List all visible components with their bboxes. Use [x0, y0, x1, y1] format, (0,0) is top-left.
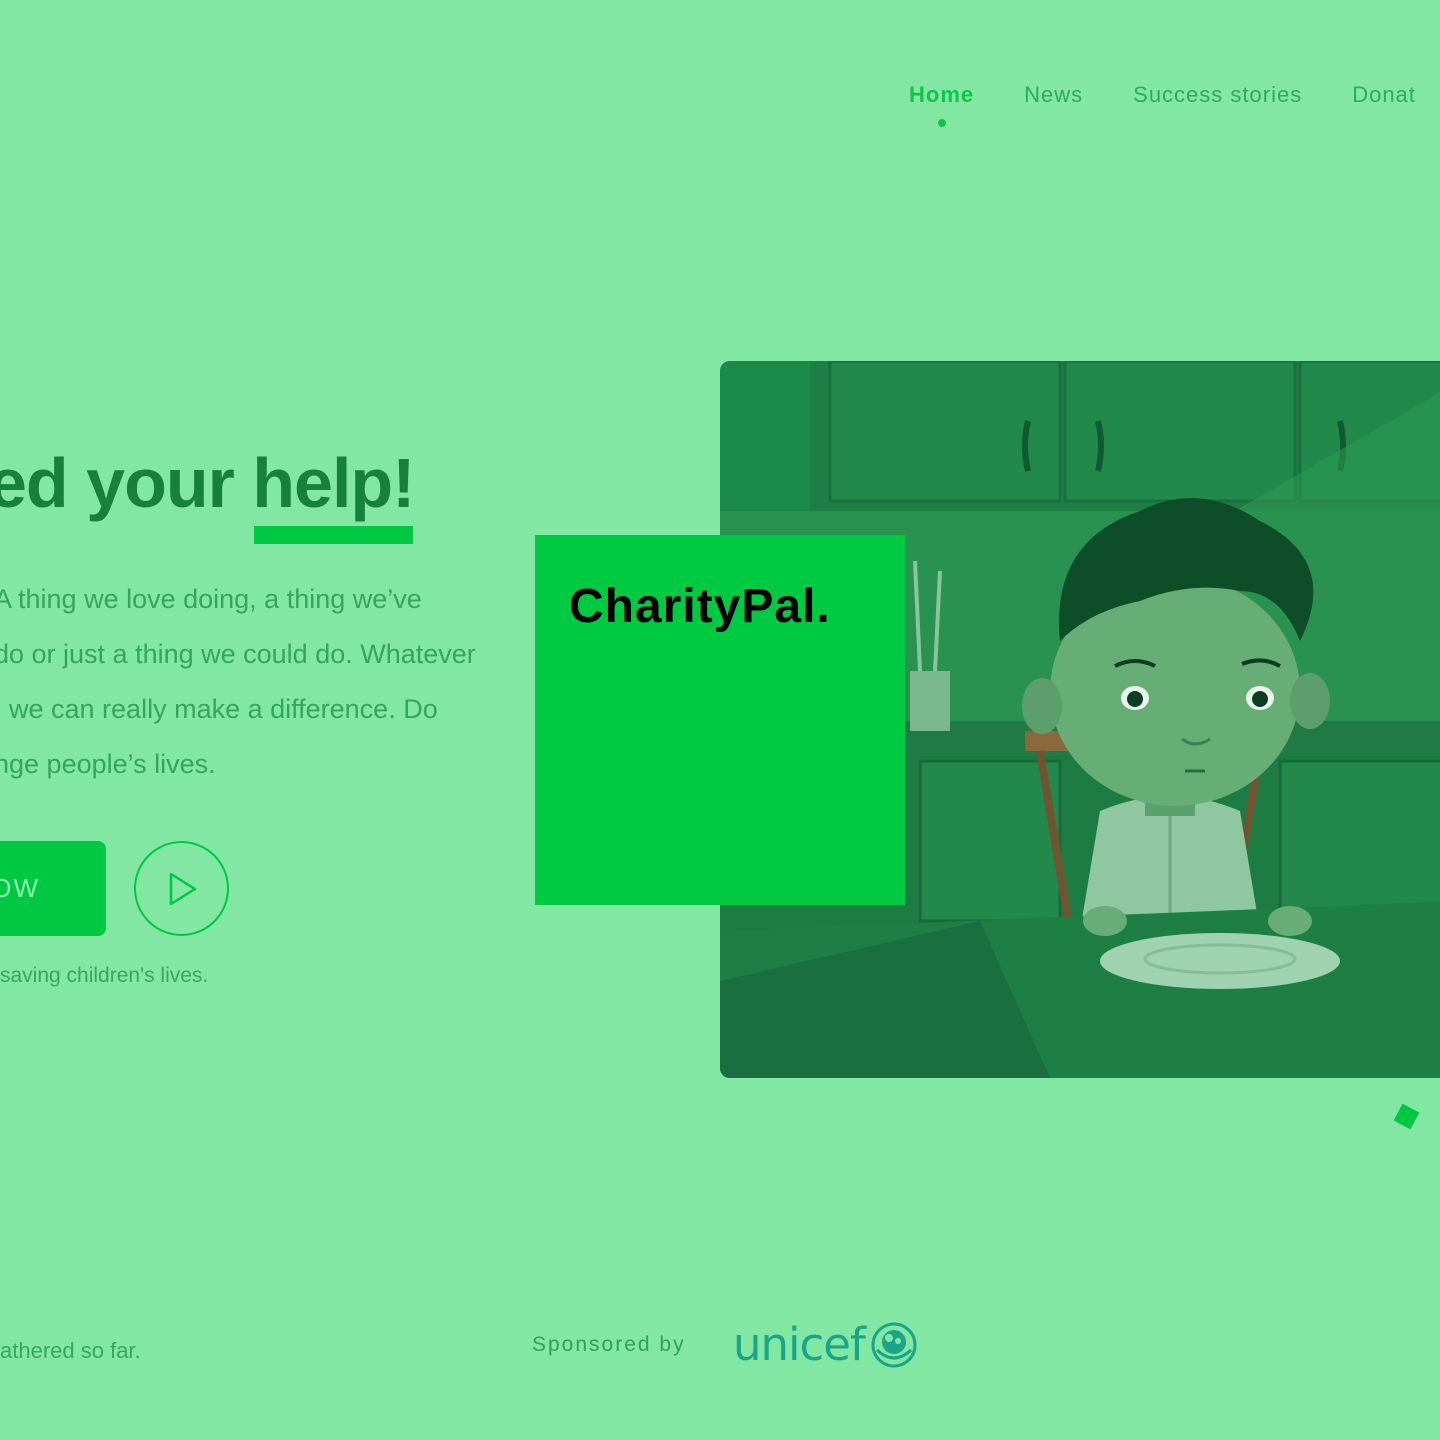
nav-item-label: News	[1024, 82, 1084, 107]
nav-item-label: Home	[909, 82, 975, 107]
donate-now-button[interactable]: OW	[0, 841, 106, 936]
nav-item-label: Donat	[1352, 82, 1416, 107]
un-emblem-icon	[871, 1322, 917, 1367]
nav-item-home[interactable]: Home	[909, 82, 975, 127]
highlight-text: help!	[252, 444, 415, 522]
nav-item-news[interactable]: News	[1024, 82, 1083, 108]
donations-gathered-text: athered so far.	[0, 1338, 141, 1363]
nav-item-donate[interactable]: Donat	[1352, 82, 1416, 108]
description-line: do or just a thing we could do. Whatever	[0, 639, 476, 669]
highlight-underline	[254, 526, 413, 544]
sponsored-by-label: Sponsored by	[532, 1333, 686, 1356]
main-nav: Home News Success stories Donat	[909, 82, 1440, 127]
decorative-square	[1393, 1103, 1420, 1130]
sponsor-logo[interactable]: unicef	[733, 1318, 919, 1371]
donate-button-label: OW	[0, 873, 40, 903]
nav-item-success-stories[interactable]: Success stories	[1133, 82, 1302, 108]
sponsor-logo-wordmark: unicef	[733, 1318, 866, 1371]
headline-highlight: help!	[252, 448, 416, 544]
description-line: nge people’s lives.	[0, 749, 216, 779]
headline-text: ed your	[0, 444, 253, 522]
play-icon	[169, 872, 196, 905]
hero-description: A thing we love doing, a thing we’ve do …	[0, 572, 534, 792]
brand-logo-card: CharityPal.	[535, 535, 905, 905]
hero-headline: ed your help!	[0, 448, 416, 544]
play-video-button[interactable]	[134, 841, 229, 936]
brand-logo-text: CharityPal.	[569, 580, 831, 633]
active-indicator-dot	[937, 119, 946, 127]
cta-note: saving children's lives.	[0, 964, 209, 987]
description-line: , we can really make a difference. Do	[0, 694, 438, 724]
nav-item-label: Success stories	[1133, 82, 1303, 107]
description-line: A thing we love doing, a thing we’ve	[0, 584, 422, 614]
